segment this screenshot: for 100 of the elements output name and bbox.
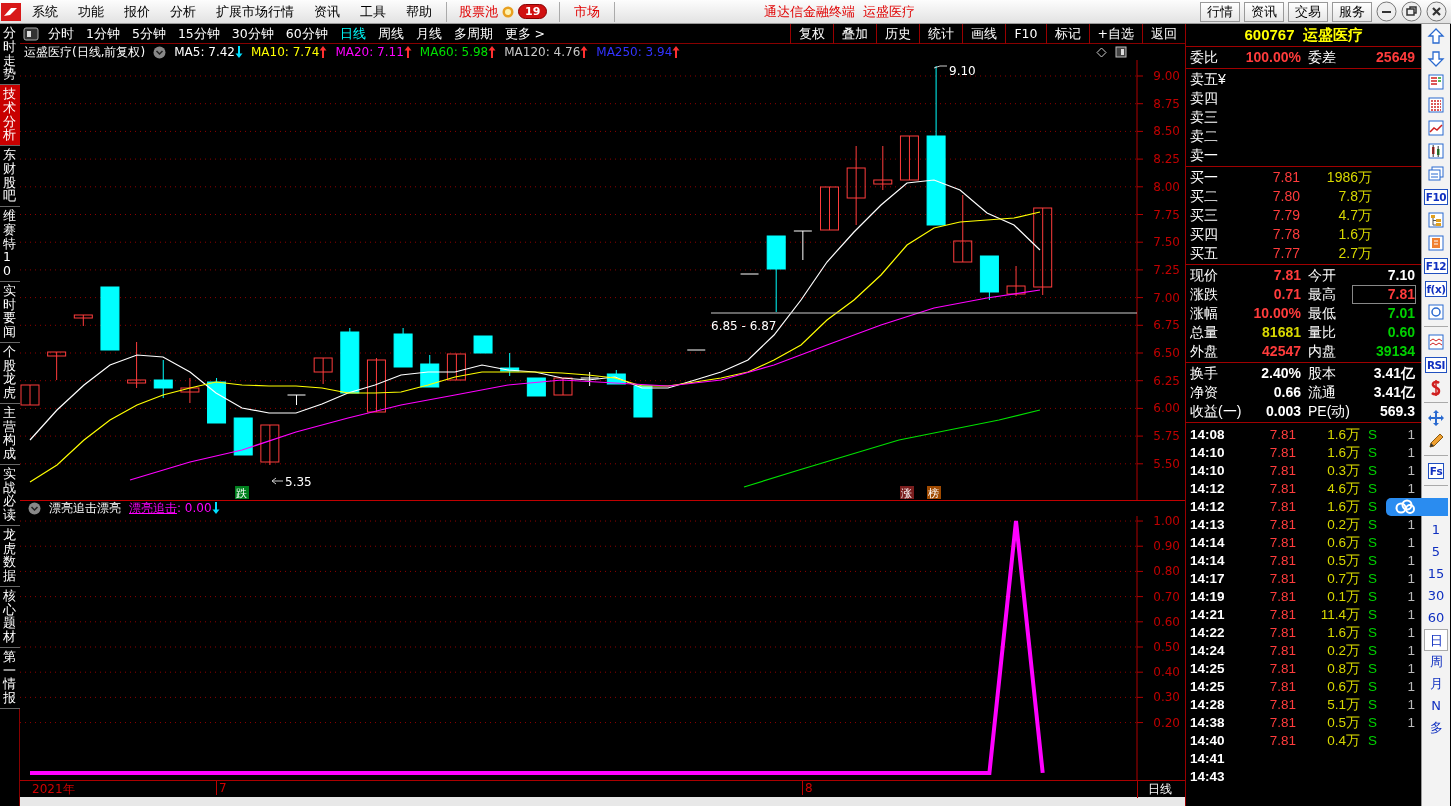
axis-label: 8.75 bbox=[1153, 96, 1180, 111]
chart-action-button[interactable]: +自选 bbox=[1088, 23, 1142, 44]
panel-icon[interactable] bbox=[1115, 46, 1127, 58]
period-button[interactable]: 5 bbox=[1424, 541, 1448, 563]
axis-label: 6.75 bbox=[1153, 318, 1180, 333]
period-button[interactable]: 1 bbox=[1424, 519, 1448, 541]
field-label: 量比 bbox=[1307, 323, 1337, 342]
trade-side: S bbox=[1367, 588, 1378, 606]
period-tab[interactable]: 分时 bbox=[42, 26, 80, 41]
trade-side: S bbox=[1367, 642, 1378, 660]
menu-item[interactable]: 报价 bbox=[114, 3, 160, 20]
period-tab[interactable]: 30分钟 bbox=[225, 26, 280, 41]
period-button[interactable]: 多 bbox=[1424, 717, 1448, 739]
candlestick bbox=[20, 384, 40, 406]
chart-action-button[interactable]: 标记 bbox=[1045, 23, 1089, 44]
period-tab[interactable]: 5分钟 bbox=[125, 26, 172, 41]
candlestick bbox=[953, 194, 973, 263]
side-tab[interactable]: 实战必读 bbox=[0, 464, 20, 526]
period-button[interactable]: 30 bbox=[1424, 585, 1448, 607]
list-icon[interactable] bbox=[1427, 72, 1445, 91]
candlestick bbox=[740, 273, 760, 275]
date-label: 2021年 bbox=[32, 782, 75, 797]
cloud-widget-button[interactable] bbox=[1386, 498, 1448, 516]
period-tab[interactable]: 15分钟 bbox=[171, 26, 226, 41]
pencil-icon[interactable] bbox=[1427, 431, 1445, 450]
period-button[interactable]: 15 bbox=[1424, 563, 1448, 585]
menu-item[interactable]: 工具 bbox=[350, 3, 396, 20]
candlestick bbox=[873, 145, 893, 191]
stock-pool-button[interactable]: 股票池 19 bbox=[451, 3, 556, 20]
period-tab[interactable]: 60分钟 bbox=[279, 26, 334, 41]
menu-item[interactable]: 系统 bbox=[22, 3, 68, 20]
field-label: 换手 bbox=[1190, 364, 1219, 383]
chart-action-button[interactable]: 复权 bbox=[790, 23, 834, 44]
trade-volume: 0.3万 bbox=[1326, 462, 1360, 480]
side-tab[interactable]: 主营构成 bbox=[0, 403, 20, 465]
period-button[interactable]: 周 bbox=[1424, 651, 1448, 673]
close-icon[interactable] bbox=[1426, 1, 1447, 22]
period-tab[interactable]: 周线 bbox=[371, 26, 410, 41]
menu-item[interactable]: 功能 bbox=[68, 3, 114, 20]
grid-icon[interactable] bbox=[1427, 95, 1445, 114]
candlestick-icon[interactable] bbox=[1427, 141, 1445, 160]
toolbar-button[interactable]: 行情 bbox=[1200, 1, 1240, 22]
chevron-down-icon[interactable] bbox=[28, 502, 41, 515]
period-tab[interactable]: 月线 bbox=[409, 26, 448, 41]
diamond-icon[interactable] bbox=[1096, 46, 1107, 58]
menu-item[interactable]: 扩展市场行情 bbox=[206, 3, 304, 20]
minimize-icon[interactable] bbox=[1376, 1, 1397, 22]
side-tab[interactable]: 技术分析 bbox=[0, 85, 20, 146]
menu-item[interactable]: 市场 bbox=[564, 3, 611, 20]
line-chart-icon[interactable] bbox=[1427, 118, 1445, 137]
side-tab[interactable]: 核心题材 bbox=[0, 586, 20, 648]
up-arrow-icon[interactable] bbox=[1427, 26, 1445, 45]
tree-icon[interactable] bbox=[1427, 210, 1445, 229]
toolbar-button[interactable]: 资讯 bbox=[1244, 1, 1284, 22]
chart-action-button[interactable]: 叠加 bbox=[833, 23, 877, 44]
side-tab[interactable]: 实时要闻 bbox=[0, 281, 20, 343]
period-tab[interactable]: 日线 bbox=[333, 26, 372, 41]
app-logo-icon[interactable] bbox=[0, 1, 22, 22]
side-tab[interactable]: 分时走势 bbox=[0, 24, 20, 85]
axis-label: 6.00 bbox=[1153, 401, 1180, 416]
side-tab[interactable]: 龙虎数据 bbox=[0, 525, 20, 587]
tool-button[interactable]: F10 bbox=[1423, 188, 1449, 205]
restore-icon[interactable] bbox=[1401, 1, 1422, 22]
candlestick bbox=[287, 394, 306, 406]
period-button[interactable]: N bbox=[1424, 695, 1448, 717]
menu-item[interactable]: 资讯 bbox=[304, 3, 350, 20]
period-tab[interactable]: 1分钟 bbox=[80, 26, 126, 41]
period-button[interactable]: 日 bbox=[1424, 629, 1448, 651]
tool-button[interactable]: RSI bbox=[1424, 356, 1448, 373]
tool-button[interactable]: F12 bbox=[1423, 257, 1449, 274]
toolbar-button[interactable]: 交易 bbox=[1288, 1, 1328, 22]
side-tab[interactable]: 第一情报 bbox=[0, 647, 20, 709]
chart-action-button[interactable]: 返回 bbox=[1142, 23, 1185, 44]
chart-action-button[interactable]: 历史 bbox=[876, 23, 920, 44]
down-arrow-icon[interactable] bbox=[1427, 49, 1445, 68]
trade-side: S bbox=[1367, 660, 1378, 678]
panel-toggle-icon[interactable] bbox=[20, 25, 42, 42]
side-tab[interactable]: 个股龙虎 bbox=[0, 342, 20, 404]
menu-item[interactable]: 帮助 bbox=[396, 3, 442, 20]
period-tab[interactable]: 多周期 bbox=[447, 26, 499, 41]
bid-label: 买四 bbox=[1190, 225, 1219, 244]
side-tab[interactable]: 维赛特10 bbox=[0, 207, 20, 282]
wave-chart-icon[interactable] bbox=[1427, 332, 1445, 351]
side-tab[interactable]: 东财股吧 bbox=[0, 146, 20, 207]
chevron-down-icon[interactable] bbox=[153, 45, 167, 59]
chart-action-button[interactable]: 画线 bbox=[962, 23, 1006, 44]
chart-action-button[interactable]: 统计 bbox=[919, 23, 963, 44]
note-icon[interactable] bbox=[1427, 233, 1445, 252]
tool-button[interactable]: Fs bbox=[1427, 462, 1445, 479]
chart-action-button[interactable]: F10 bbox=[1005, 23, 1046, 44]
period-tab[interactable]: 更多 > bbox=[498, 26, 552, 41]
toolbar-button[interactable]: 服务 bbox=[1332, 1, 1372, 22]
period-button[interactable]: 月 bbox=[1424, 673, 1448, 695]
move-icon[interactable] bbox=[1427, 408, 1445, 427]
menu-item[interactable]: 分析 bbox=[160, 3, 206, 20]
window-title: 通达信金融终端 运盛医疗 bbox=[764, 3, 916, 19]
axis-label: 0.20 bbox=[1153, 715, 1180, 730]
trade-volume: 0.1万 bbox=[1326, 588, 1360, 606]
period-button[interactable]: 60 bbox=[1424, 607, 1448, 629]
tool-button[interactable]: f(x) bbox=[1424, 280, 1448, 297]
